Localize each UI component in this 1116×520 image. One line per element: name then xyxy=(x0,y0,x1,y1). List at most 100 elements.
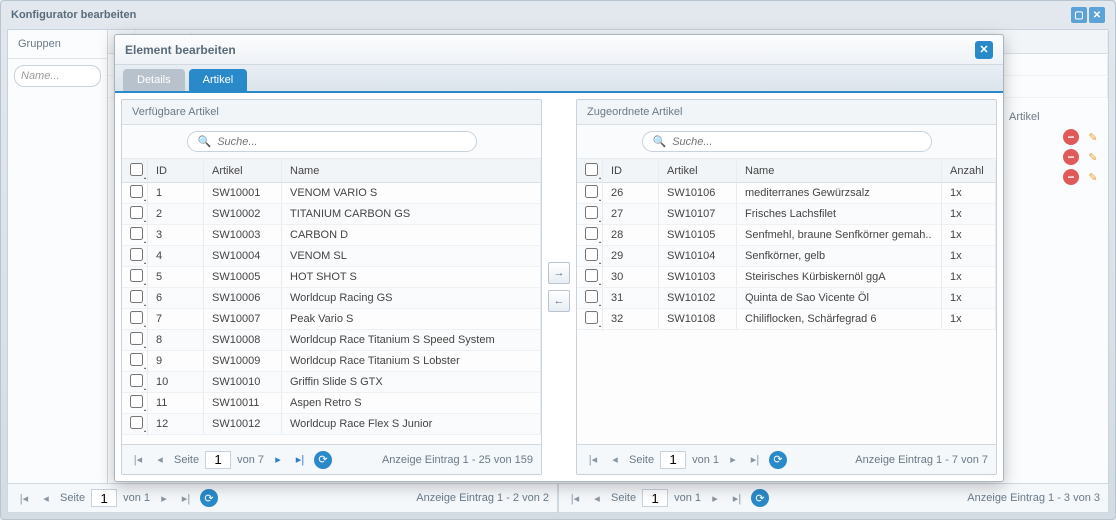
close-button[interactable]: ✕ xyxy=(1089,7,1105,23)
refresh-icon[interactable]: ⟳ xyxy=(769,451,787,469)
row-checkbox[interactable] xyxy=(130,269,143,282)
last-page-icon[interactable]: ▸| xyxy=(292,452,308,468)
prev-page-icon[interactable]: ◂ xyxy=(607,452,623,468)
move-right-button[interactable]: → xyxy=(548,262,570,284)
cell-qty: 1x xyxy=(942,225,996,245)
row-checkbox[interactable] xyxy=(130,290,143,303)
row-checkbox[interactable] xyxy=(130,206,143,219)
table-row[interactable]: 31 SW10102 Quinta de Sao Vicente Öl 1x xyxy=(577,288,996,309)
row-checkbox[interactable] xyxy=(585,206,598,219)
table-row[interactable]: 9 SW10009 Worldcup Race Titanium S Lobst… xyxy=(122,351,541,372)
table-row[interactable]: 12 SW10012 Worldcup Race Flex S Junior xyxy=(122,414,541,435)
last-page-icon[interactable]: ▸| xyxy=(747,452,763,468)
row-checkbox[interactable] xyxy=(130,227,143,240)
col-name[interactable]: Name xyxy=(737,161,942,181)
table-row[interactable]: 11 SW10011 Aspen Retro S xyxy=(122,393,541,414)
delete-icon[interactable]: − xyxy=(1063,149,1079,165)
first-page-icon[interactable]: |◂ xyxy=(567,490,583,506)
col-artikel[interactable]: Artikel xyxy=(659,161,737,181)
row-checkbox[interactable] xyxy=(585,248,598,261)
modal-close-button[interactable]: ✕ xyxy=(975,41,993,59)
table-row[interactable]: 6 SW10006 Worldcup Racing GS xyxy=(122,288,541,309)
next-page-icon[interactable]: ▸ xyxy=(270,452,286,468)
col-name[interactable]: Name xyxy=(282,161,541,181)
assigned-search-input[interactable] xyxy=(672,136,920,148)
table-row[interactable]: 7 SW10007 Peak Vario S xyxy=(122,309,541,330)
next-page-icon[interactable]: ▸ xyxy=(156,490,172,506)
table-row[interactable]: 4 SW10004 VENOM SL xyxy=(122,246,541,267)
last-page-icon[interactable]: ▸| xyxy=(178,490,194,506)
page-of: von 1 xyxy=(692,454,719,466)
table-row[interactable]: 2 SW10002 TITANIUM CARBON GS xyxy=(122,204,541,225)
page-input[interactable] xyxy=(642,489,668,507)
edit-icon[interactable]: ✎ xyxy=(1085,149,1101,165)
row-checkbox[interactable] xyxy=(585,311,598,324)
table-row[interactable]: 8 SW10008 Worldcup Race Titanium S Speed… xyxy=(122,330,541,351)
row-checkbox[interactable] xyxy=(130,185,143,198)
prev-page-icon[interactable]: ◂ xyxy=(589,490,605,506)
available-select-all[interactable] xyxy=(130,163,143,176)
tab-details[interactable]: Details xyxy=(123,69,185,91)
cell-id: 11 xyxy=(148,393,204,413)
col-artikel[interactable]: Artikel xyxy=(204,161,282,181)
row-checkbox[interactable] xyxy=(130,374,143,387)
delete-icon[interactable]: − xyxy=(1063,169,1079,185)
move-left-button[interactable]: ← xyxy=(548,290,570,312)
refresh-icon[interactable]: ⟳ xyxy=(314,451,332,469)
row-checkbox[interactable] xyxy=(585,227,598,240)
table-row[interactable]: 1 SW10001 VENOM VARIO S xyxy=(122,183,541,204)
prev-page-icon[interactable]: ◂ xyxy=(38,490,54,506)
row-checkbox[interactable] xyxy=(130,248,143,261)
refresh-icon[interactable]: ⟳ xyxy=(751,489,769,507)
assigned-table-body[interactable]: 26 SW10106 mediterranes Gewürzsalz 1x 27… xyxy=(577,183,996,444)
available-search[interactable]: 🔍 xyxy=(187,131,477,152)
delete-icon[interactable]: − xyxy=(1063,129,1079,145)
table-row[interactable]: 29 SW10104 Senfkörner, gelb 1x xyxy=(577,246,996,267)
row-checkbox[interactable] xyxy=(585,185,598,198)
col-id[interactable]: ID xyxy=(148,161,204,181)
col-anzahl[interactable]: Anzahl xyxy=(942,161,996,181)
col-id[interactable]: ID xyxy=(603,161,659,181)
edit-icon[interactable]: ✎ xyxy=(1085,169,1101,185)
page-input[interactable] xyxy=(205,451,231,469)
page-input[interactable] xyxy=(91,489,117,507)
assigned-search[interactable]: 🔍 xyxy=(642,131,932,152)
table-row[interactable]: 27 SW10107 Frisches Lachsfilet 1x xyxy=(577,204,996,225)
row-checkbox[interactable] xyxy=(130,332,143,345)
row-checkbox[interactable] xyxy=(130,395,143,408)
prev-page-icon[interactable]: ◂ xyxy=(152,452,168,468)
row-checkbox[interactable] xyxy=(130,353,143,366)
next-page-icon[interactable]: ▸ xyxy=(707,490,723,506)
row-checkbox[interactable] xyxy=(130,416,143,429)
first-page-icon[interactable]: |◂ xyxy=(16,490,32,506)
table-row[interactable]: 28 SW10105 Senfmehl, braune Senfkörner g… xyxy=(577,225,996,246)
row-checkbox[interactable] xyxy=(585,290,598,303)
bg-artikel-header[interactable]: Artikel xyxy=(1009,111,1101,123)
available-table-body[interactable]: 1 SW10001 VENOM VARIO S 2 SW10002 TITANI… xyxy=(122,183,541,444)
assigned-select-all[interactable] xyxy=(585,163,598,176)
table-row[interactable]: 26 SW10106 mediterranes Gewürzsalz 1x xyxy=(577,183,996,204)
cell-artikel: SW10009 xyxy=(204,351,282,371)
table-row[interactable]: 30 SW10103 Steirisches Kürbiskernöl ggA … xyxy=(577,267,996,288)
cell-qty: 1x xyxy=(942,183,996,203)
next-page-icon[interactable]: ▸ xyxy=(725,452,741,468)
edit-icon[interactable]: ✎ xyxy=(1085,129,1101,145)
page-input[interactable] xyxy=(660,451,686,469)
group-name-input[interactable]: Name... xyxy=(14,65,101,87)
first-page-icon[interactable]: |◂ xyxy=(130,452,146,468)
first-page-icon[interactable]: |◂ xyxy=(585,452,601,468)
row-checkbox[interactable] xyxy=(130,311,143,324)
refresh-icon[interactable]: ⟳ xyxy=(200,489,218,507)
available-table-header: ID Artikel Name xyxy=(122,159,541,183)
tab-artikel[interactable]: Artikel xyxy=(189,69,248,91)
table-row[interactable]: 5 SW10005 HOT SHOT S xyxy=(122,267,541,288)
minimize-button[interactable]: ▢ xyxy=(1071,7,1087,23)
last-page-icon[interactable]: ▸| xyxy=(729,490,745,506)
window-controls: ▢ ✕ xyxy=(1071,7,1105,23)
table-row[interactable]: 32 SW10108 Chiliflocken, Schärfegrad 6 1… xyxy=(577,309,996,330)
available-search-input[interactable] xyxy=(217,136,465,148)
table-row[interactable]: 10 SW10010 Griffin Slide S GTX xyxy=(122,372,541,393)
row-checkbox[interactable] xyxy=(585,269,598,282)
table-row[interactable]: 3 SW10003 CARBON D xyxy=(122,225,541,246)
bg-pager-left: |◂ ◂ Seite von 1 ▸ ▸| ⟳ Anzeige Eintrag … xyxy=(7,483,558,513)
